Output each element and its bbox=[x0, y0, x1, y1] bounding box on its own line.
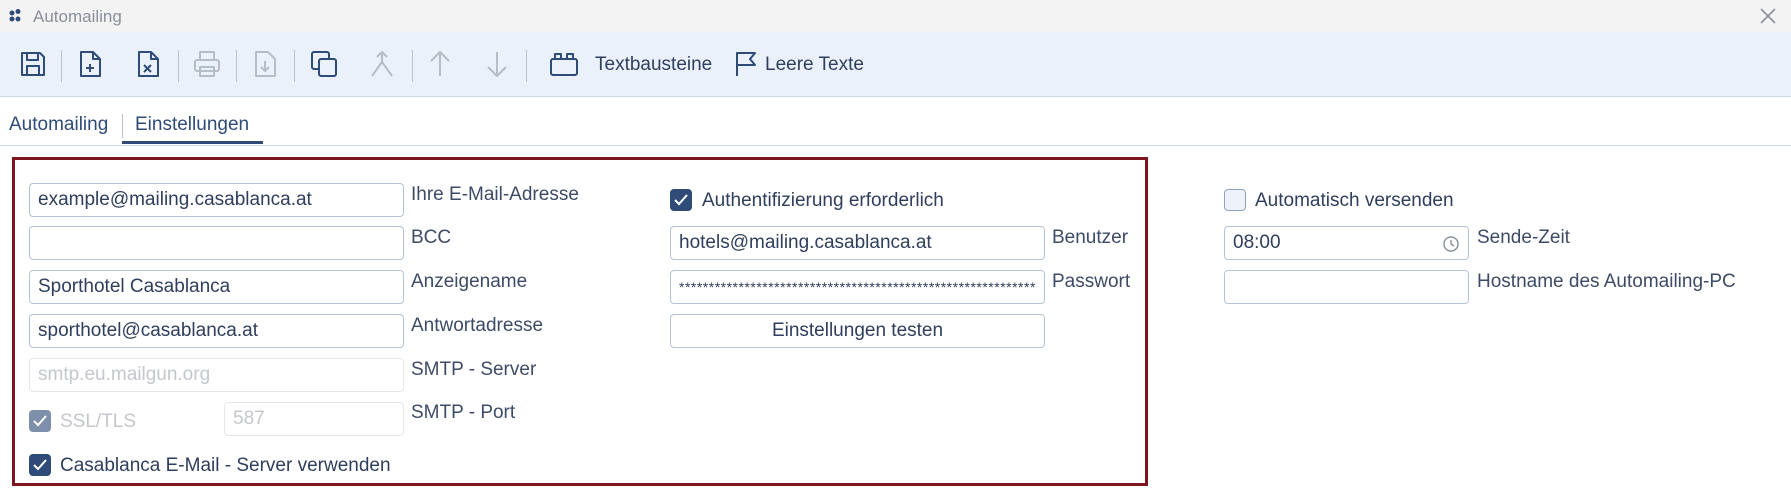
reply-address-field[interactable]: sporthotel@casablanca.at bbox=[29, 314, 404, 348]
smtp-port-label: SMTP - Port bbox=[411, 402, 516, 423]
send-time-field[interactable]: 08:00 bbox=[1224, 226, 1469, 260]
toolbar-separator bbox=[236, 50, 237, 82]
ssl-checkbox[interactable] bbox=[29, 410, 51, 432]
printer-icon bbox=[194, 51, 220, 77]
auto-send-checkbox[interactable] bbox=[1224, 189, 1246, 211]
bcc-field[interactable] bbox=[29, 226, 404, 260]
delete-document-button[interactable] bbox=[128, 44, 168, 84]
toolbar-separator bbox=[526, 50, 527, 82]
bcc-label: BCC bbox=[411, 227, 452, 248]
title-bar: Automailing bbox=[0, 0, 1791, 32]
use-casablanca-server-checkbox[interactable] bbox=[29, 454, 51, 476]
email-field[interactable]: example@mailing.casablanca.at bbox=[29, 183, 404, 217]
download-file-icon bbox=[255, 51, 276, 77]
username-label: Benutzer bbox=[1052, 227, 1129, 248]
checkmark-icon bbox=[33, 459, 47, 471]
ssl-label: SSL/TLS bbox=[60, 411, 137, 432]
tab-einstellungen[interactable]: Einstellungen bbox=[135, 114, 249, 136]
toolbar-separator bbox=[61, 50, 62, 82]
send-time-label: Sende-Zeit bbox=[1477, 227, 1570, 248]
new-file-icon bbox=[80, 51, 101, 77]
flag-icon bbox=[736, 52, 756, 76]
app-logo-icon bbox=[9, 9, 21, 22]
arrow-down-icon bbox=[487, 52, 507, 77]
tab-separator bbox=[122, 114, 123, 138]
display-name-field[interactable]: Sporthotel Casablanca bbox=[29, 270, 404, 304]
test-settings-button[interactable]: Einstellungen testen bbox=[670, 314, 1045, 348]
smtp-port-field[interactable]: 587 bbox=[224, 402, 404, 436]
reply-address-label: Antwortadresse bbox=[411, 315, 544, 336]
move-down-button[interactable] bbox=[477, 44, 517, 84]
checkmark-icon bbox=[674, 194, 688, 206]
active-tab-indicator bbox=[122, 141, 263, 144]
username-field[interactable]: hotels@mailing.casablanca.at bbox=[670, 226, 1045, 260]
move-up-button[interactable] bbox=[420, 44, 460, 84]
toolbar-separator bbox=[178, 50, 179, 82]
hostname-field[interactable] bbox=[1224, 270, 1469, 304]
new-document-button[interactable] bbox=[70, 44, 110, 84]
smtp-server-field[interactable]: smtp.eu.mailgun.org bbox=[29, 358, 404, 392]
leere-texte-button[interactable]: Leere Texte bbox=[765, 54, 864, 76]
save-button[interactable] bbox=[13, 44, 53, 84]
checkmark-icon bbox=[33, 415, 47, 427]
toolbar-separator bbox=[412, 50, 413, 82]
textbausteine-icon-button[interactable] bbox=[544, 44, 584, 84]
tab-bar: Automailing Einstellungen bbox=[0, 97, 1791, 146]
print-button[interactable] bbox=[187, 44, 227, 84]
use-casablanca-server-label: Casablanca E-Mail - Server verwenden bbox=[60, 455, 391, 476]
save-icon bbox=[21, 52, 45, 76]
smtp-server-label: SMTP - Server bbox=[411, 359, 537, 380]
lego-brick-icon bbox=[550, 53, 578, 76]
toolbar: Textbausteine Leere Texte bbox=[0, 32, 1791, 97]
auth-required-label: Authentifizierung erforderlich bbox=[702, 190, 944, 211]
password-label: Passwort bbox=[1052, 271, 1131, 292]
merge-button[interactable] bbox=[362, 44, 402, 84]
auto-send-label: Automatisch versenden bbox=[1255, 190, 1454, 211]
send-time-value: 08:00 bbox=[1233, 232, 1281, 253]
export-button[interactable] bbox=[245, 44, 285, 84]
leere-texte-icon-button[interactable] bbox=[726, 44, 766, 84]
tab-automailing[interactable]: Automailing bbox=[9, 114, 108, 136]
hostname-label: Hostname des Automailing-PC bbox=[1477, 271, 1736, 292]
textbausteine-button[interactable]: Textbausteine bbox=[595, 54, 712, 76]
auth-required-checkbox[interactable] bbox=[670, 189, 692, 211]
arrow-up-icon bbox=[430, 51, 450, 76]
display-name-label: Anzeigename bbox=[411, 271, 528, 292]
close-icon[interactable] bbox=[1757, 5, 1779, 27]
merge-icon bbox=[371, 51, 393, 77]
copy-button[interactable] bbox=[304, 44, 344, 84]
copy-icon bbox=[311, 51, 337, 77]
window-title: Automailing bbox=[33, 7, 122, 26]
toolbar-separator bbox=[294, 50, 295, 82]
clock-icon[interactable] bbox=[1442, 235, 1460, 253]
email-label: Ihre E-Mail-Adresse bbox=[411, 184, 579, 205]
password-field[interactable]: ****************************************… bbox=[670, 270, 1045, 304]
delete-file-icon bbox=[138, 51, 159, 77]
